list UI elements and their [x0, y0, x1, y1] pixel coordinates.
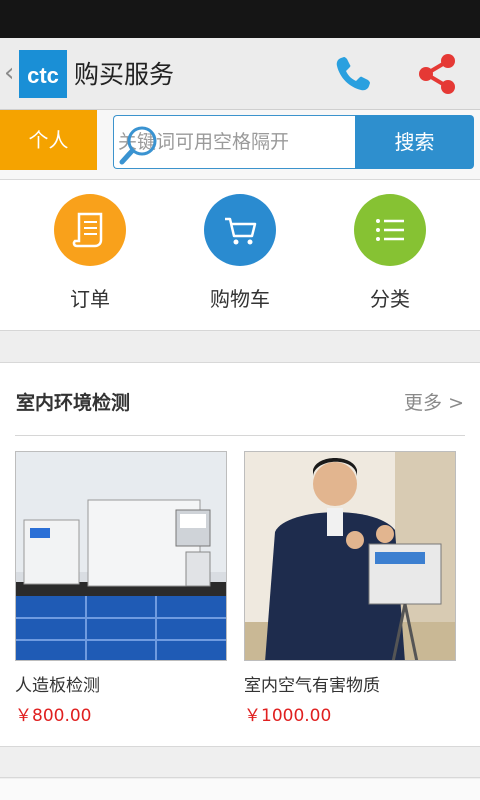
- divider-strip: [0, 332, 480, 363]
- product-price: ￥1000.00: [244, 706, 332, 726]
- orders-icon-circle: [54, 194, 126, 266]
- more-link[interactable]: 更多 >: [404, 388, 464, 418]
- categories-icon-circle: [354, 194, 426, 266]
- scroll-icon: [72, 212, 103, 248]
- nav-cart-label: 购物车: [210, 287, 270, 311]
- header: ‹ ctc 购买服务: [0, 38, 480, 110]
- product-image[interactable]: [15, 451, 227, 661]
- product-card[interactable]: 室内空气有害物质 ￥1000.00: [244, 451, 456, 731]
- quick-nav: 订单 购物车 分类: [0, 180, 480, 331]
- cart-icon: [225, 217, 257, 245]
- nav-categories[interactable]: 分类: [310, 180, 470, 331]
- section-divider: [15, 435, 465, 436]
- search-scope-tab[interactable]: 个人: [0, 110, 97, 170]
- search-bar: 个人 搜索: [0, 110, 480, 180]
- nav-categories-label: 分类: [370, 287, 410, 311]
- nav-orders[interactable]: 订单: [10, 180, 170, 331]
- product-name[interactable]: 人造板检测: [15, 673, 100, 699]
- product-image[interactable]: [244, 451, 456, 661]
- share-icon[interactable]: [416, 52, 458, 96]
- phone-icon[interactable]: [333, 54, 373, 94]
- product-name[interactable]: 室内空气有害物质: [244, 673, 380, 699]
- search-button[interactable]: 搜索: [355, 115, 474, 169]
- divider-strip: [0, 748, 480, 778]
- nav-orders-label: 订单: [70, 287, 110, 311]
- search-field: [113, 115, 357, 169]
- back-chevron-icon[interactable]: ‹: [4, 58, 18, 88]
- product-card[interactable]: 人造板检测 ￥800.00: [15, 451, 227, 731]
- list-icon: [376, 219, 404, 241]
- page-title: 购买服务: [74, 60, 175, 89]
- nav-cart[interactable]: 购物车: [160, 180, 320, 331]
- cart-icon-circle: [204, 194, 276, 266]
- next-section: [0, 779, 480, 800]
- ctc-logo: ctc: [19, 50, 67, 98]
- status-bar: [0, 0, 480, 38]
- product-price: ￥800.00: [15, 706, 92, 726]
- section-title: 室内环境检测: [16, 392, 131, 414]
- svg-text:ctc: ctc: [27, 63, 59, 88]
- product-section: 室内环境检测 更多 > 人造板检测 ￥800.00 室内空气有害物质 ￥1000…: [0, 363, 480, 747]
- search-input[interactable]: [114, 116, 357, 168]
